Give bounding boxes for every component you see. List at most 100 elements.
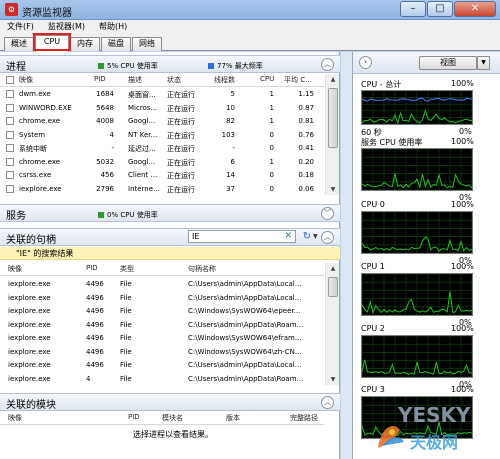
col-module-version[interactable]: 版本 — [226, 413, 240, 423]
view-dropdown-icon[interactable]: ▼ — [477, 56, 490, 70]
process-row[interactable]: dwm.exe 1684 桌面窗... 正在运行 5 1 1.15 — [0, 88, 324, 101]
processes-scrollbar[interactable]: ▲ ▼ — [325, 74, 339, 195]
col-handle-name[interactable]: 句柄名称 — [188, 264, 216, 274]
select-all-checkbox[interactable] — [6, 76, 14, 84]
col-module-path[interactable]: 完整路径 — [290, 413, 318, 423]
col-threads[interactable]: 线程数 — [214, 75, 235, 85]
search-value: IE — [192, 232, 200, 241]
process-row[interactable]: iexplore.exe 2796 Interne... 正在运行 37 0 0.06 — [0, 183, 324, 196]
process-threads: 103 — [221, 130, 235, 139]
tab-disk[interactable]: 磁盘 — [101, 37, 131, 51]
clear-search-icon[interactable]: ✕ — [284, 231, 292, 241]
max-freq-stat: 77% 最大频率 — [208, 61, 263, 71]
scroll-down-icon[interactable]: ▼ — [327, 184, 339, 195]
processes-collapse-button[interactable]: ︿ — [321, 58, 334, 71]
process-checkbox[interactable] — [6, 144, 14, 152]
maximize-button[interactable]: □ — [427, 1, 453, 17]
handle-pid: 4496 — [86, 293, 104, 302]
handle-row[interactable]: iexplore.exe 4496 File C:\Windows\SysWOW64\… — [0, 305, 324, 318]
scroll-up-icon[interactable]: ▲ — [327, 74, 339, 85]
view-button[interactable]: 视图 — [419, 56, 477, 70]
handles-collapse-button[interactable]: ︿ — [321, 231, 334, 244]
services-cpu-stat: 0% CPU 使用率 — [98, 210, 158, 220]
panel-splitter[interactable] — [341, 52, 352, 459]
menu-file[interactable]: 文件(F) — [0, 20, 41, 34]
handle-row[interactable]: iexplore.exe 4496 File C:\Users\admin\AppDa… — [0, 359, 324, 372]
process-row[interactable]: 系统中断 - 延迟过... 正在运行 -0 0.41 — [0, 142, 324, 155]
process-row[interactable]: csrss.exe 456 Client ... 正在运行 14 0 0.18 — [0, 169, 324, 182]
graph-title: CPU 1 — [361, 262, 385, 271]
process-checkbox[interactable] — [6, 130, 14, 139]
col-status[interactable]: 状态 — [167, 75, 181, 85]
handle-row[interactable]: iexplore.exe 4 File C:\Users\admin\AppData\… — [0, 373, 324, 386]
processes-header[interactable]: 进程 5% CPU 使用率 77% 最大频率 ︿ — [0, 55, 340, 73]
process-threads: 82 — [226, 117, 235, 125]
handle-name: C:\Users\admin\AppData\Local... — [188, 361, 302, 369]
scroll-thumb[interactable] — [328, 88, 338, 148]
handle-row[interactable]: iexplore.exe 4496 File C:\Users\admin\AppDa… — [0, 319, 324, 332]
services-header[interactable]: 服务 0% CPU 使用率 ﹀ — [0, 204, 340, 222]
process-image: WINWORD.EXE — [19, 103, 72, 112]
col-avg-cpu[interactable]: 平均 C... — [284, 75, 312, 85]
process-checkbox[interactable] — [6, 90, 14, 98]
scroll-up-icon[interactable]: ▲ — [327, 263, 339, 274]
collapse-graphs-icon[interactable]: › — [359, 56, 372, 69]
col-description[interactable]: 描述 — [128, 75, 142, 85]
cpu-graph — [361, 90, 473, 125]
col-cpu[interactable]: CPU — [260, 75, 274, 83]
process-checkbox[interactable] — [6, 184, 14, 193]
col-handle-image[interactable]: 映像 — [8, 264, 22, 274]
process-description: Googl... — [128, 117, 156, 125]
tab-network[interactable]: 网络 — [132, 37, 162, 51]
close-button[interactable]: ✕ — [454, 1, 496, 17]
handles-header[interactable]: 关联的句柄 IE ✕ ↻ ▼ ︿ — [0, 228, 340, 246]
process-description: NT Ker... — [128, 130, 158, 139]
handle-row[interactable]: iexplore.exe 4496 File C:\Windows\SysWOW64\… — [0, 346, 324, 359]
handle-row[interactable]: iexplore.exe 4496 File C:\Users\admin\AppDa… — [0, 278, 324, 291]
process-checkbox[interactable] — [6, 117, 14, 125]
process-row[interactable]: chrome.exe 5032 Googl... 正在运行 6 1 0.20 — [0, 156, 324, 169]
process-checkbox[interactable] — [6, 103, 14, 112]
handle-row[interactable]: iexplore.exe 4496 File C:\Users\admin\AppDa… — [0, 292, 324, 305]
col-module-name[interactable]: 模块名 — [162, 413, 183, 423]
services-expand-button[interactable]: ﹀ — [321, 207, 334, 220]
scroll-down-icon[interactable]: ▼ — [327, 374, 339, 385]
process-avg-cpu: 0.06 — [298, 184, 314, 193]
tab-cpu[interactable]: CPU — [35, 35, 69, 52]
col-module-image[interactable]: 映像 — [8, 413, 22, 423]
process-avg-cpu: 0.81 — [298, 117, 314, 125]
process-pid: - — [111, 144, 114, 152]
modules-header[interactable]: 关联的模块 ︿ — [0, 393, 340, 411]
handle-name: C:\Windows\SysWOW64\zh-CN... — [188, 347, 302, 356]
process-checkbox[interactable] — [6, 157, 14, 166]
handle-type: File — [120, 361, 132, 369]
modules-collapse-button[interactable]: ︿ — [321, 396, 334, 409]
menu-help[interactable]: 帮助(H) — [92, 20, 134, 34]
handle-name: C:\Users\admin\AppData\Roam... — [188, 320, 304, 329]
process-row[interactable]: System 4 NT Ker... 正在运行 103 0 0.76 — [0, 129, 324, 142]
col-handle-pid[interactable]: PID — [86, 264, 98, 272]
col-pid[interactable]: PID — [94, 75, 106, 83]
menu-monitor[interactable]: 监视器(M) — [41, 20, 92, 34]
col-module-pid[interactable]: PID — [128, 413, 140, 421]
process-image: 系统中断 — [19, 145, 47, 153]
col-handle-type[interactable]: 类型 — [120, 264, 134, 274]
tab-memory[interactable]: 内存 — [70, 37, 100, 51]
process-row[interactable]: WINWORD.EXE 5648 Micros... 正在运行 10 1 0.87 — [0, 102, 324, 115]
process-checkbox[interactable] — [6, 171, 14, 179]
minimize-button[interactable]: – — [400, 1, 426, 17]
tab-overview[interactable]: 概述 — [4, 37, 34, 51]
handle-type: File — [120, 347, 132, 356]
graph-footer-right: 0% — [459, 127, 472, 136]
refresh-dropdown-icon[interactable]: ▼ — [313, 233, 321, 240]
handle-row[interactable]: iexplore.exe 4496 File C:\Windows\SysWOW64\… — [0, 332, 324, 345]
col-image[interactable]: 映像 — [19, 75, 33, 85]
refresh-icon[interactable]: ↻ — [300, 230, 314, 243]
handles-search-input[interactable]: IE ✕ — [188, 230, 296, 243]
scroll-thumb[interactable] — [328, 277, 338, 297]
handle-image: iexplore.exe — [8, 334, 51, 342]
handle-name: C:\Windows\SysWOW64\efram... — [188, 334, 302, 342]
modules-empty-text: 选择进程以查看结果。 — [133, 430, 213, 439]
process-row[interactable]: chrome.exe 4008 Googl... 正在运行 82 1 0.81 — [0, 115, 324, 128]
handles-scrollbar[interactable]: ▲ ▼ — [325, 263, 339, 385]
